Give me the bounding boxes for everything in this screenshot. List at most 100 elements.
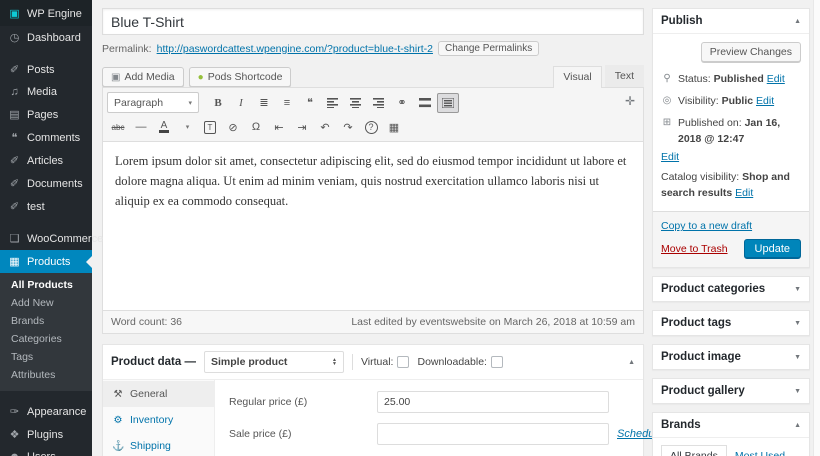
- redo-button[interactable]: ↷: [337, 117, 359, 137]
- keyboard-shortcuts-button[interactable]: ?: [360, 117, 382, 137]
- sidebar-item-pages[interactable]: ▤ Pages: [0, 103, 92, 126]
- align-left-button[interactable]: [322, 93, 344, 113]
- products-submenu: All Products Add New Brands Categories T…: [0, 273, 92, 391]
- pushpin-icon: ✐: [9, 64, 20, 76]
- sidebar-item-comments[interactable]: ❝ Comments: [0, 126, 92, 149]
- sidebar-item-woocommerce[interactable]: ❑ WooCommerce: [0, 227, 104, 250]
- tab-all-brands[interactable]: All Brands: [661, 445, 727, 456]
- bullet-list-button[interactable]: ≣: [253, 93, 275, 113]
- italic-button[interactable]: I: [230, 93, 252, 113]
- paste-as-text-button[interactable]: T: [199, 117, 221, 137]
- panel-title: Product tags: [661, 317, 732, 330]
- collapse-toggle-icon[interactable]: ▲: [794, 422, 801, 429]
- submenu-attributes[interactable]: Attributes: [0, 366, 92, 384]
- submenu-all-products[interactable]: All Products: [0, 276, 92, 294]
- read-more-button[interactable]: [414, 93, 436, 113]
- text-color-dropdown[interactable]: ▾: [176, 117, 198, 137]
- toolbar-toggle-button[interactable]: [437, 92, 459, 113]
- editor-mode-tabs: Visual Text: [550, 65, 644, 88]
- collapse-toggle-icon[interactable]: ▲: [628, 359, 635, 366]
- virtual-checkbox[interactable]: [397, 356, 410, 368]
- update-button[interactable]: Update: [743, 239, 801, 260]
- media-icon: ♫: [10, 86, 19, 98]
- expand-toggle-icon[interactable]: ▼: [794, 354, 801, 361]
- toolbar-toggle-icon: [442, 97, 454, 108]
- product-data-title: Product data —: [111, 356, 196, 368]
- fullscreen-icon[interactable]: ✛: [625, 94, 635, 108]
- undo-button[interactable]: ↶: [314, 117, 336, 137]
- sidebar-item-media[interactable]: ♫ Media: [0, 81, 92, 103]
- collapse-toggle-icon[interactable]: ▲: [794, 18, 801, 25]
- add-media-button[interactable]: ▣ Add Media: [102, 67, 184, 87]
- numbered-list-button[interactable]: ≡: [276, 93, 298, 113]
- submenu-categories[interactable]: Categories: [0, 330, 92, 348]
- tab-inventory[interactable]: ⚙ Inventory: [103, 407, 214, 433]
- last-edited: Last edited by eventswebsite on March 26…: [351, 316, 635, 328]
- product-type-select[interactable]: Simple product ▲ ▼: [203, 351, 344, 373]
- eye-icon: ◎: [662, 95, 672, 107]
- change-permalinks-button[interactable]: Change Permalinks: [437, 41, 540, 56]
- sidebar-item-products[interactable]: ▦ Products: [0, 250, 92, 273]
- text-color-button[interactable]: A: [153, 117, 175, 137]
- insert-link-button[interactable]: ⚭: [391, 93, 413, 113]
- sidebar-item-users[interactable]: ☻ Users: [0, 446, 92, 456]
- submenu-add-new[interactable]: Add New: [0, 294, 92, 312]
- clear-formatting-button[interactable]: ⊘: [222, 117, 244, 137]
- color-bar: [159, 130, 169, 133]
- expand-toggle-icon[interactable]: ▼: [794, 286, 801, 293]
- visibility-row: ◎ Visibility: Public Edit: [662, 95, 775, 108]
- sale-price-input[interactable]: [377, 423, 609, 445]
- submenu-tags[interactable]: Tags: [0, 348, 92, 366]
- pods-shortcode-icon: ●: [197, 71, 204, 83]
- tab-shipping[interactable]: ⚓ Shipping: [103, 433, 214, 456]
- bold-button[interactable]: B: [207, 93, 229, 113]
- sidebar-item-posts[interactable]: ✐ Posts: [0, 58, 92, 81]
- pushpin-icon: ✐: [9, 155, 20, 167]
- sidebar-item-dashboard[interactable]: ◷ Dashboard: [0, 26, 92, 49]
- align-left-icon: [327, 97, 338, 108]
- blockquote-button[interactable]: ❝: [299, 93, 321, 113]
- sale-price-row: Sale price (£) Schedule: [215, 418, 677, 450]
- pages-icon: ▤: [9, 109, 20, 121]
- edit-catalog-link[interactable]: Edit: [735, 187, 753, 199]
- tab-general[interactable]: ⚒ General: [103, 381, 214, 407]
- expand-toggle-icon[interactable]: ▼: [794, 388, 801, 395]
- pods-shortcode-button[interactable]: ● Pods Shortcode: [188, 67, 292, 87]
- catalog-visibility-row: Catalog visibility: Shop and search resu…: [661, 170, 790, 199]
- table-button[interactable]: ▦: [383, 117, 405, 137]
- preview-changes-button[interactable]: Preview Changes: [700, 42, 801, 62]
- expand-toggle-icon[interactable]: ▼: [794, 320, 801, 327]
- sidebar-item-articles[interactable]: ✐ Articles: [0, 149, 92, 172]
- edit-published-link[interactable]: Edit: [661, 151, 679, 163]
- downloadable-checkbox[interactable]: [490, 356, 503, 368]
- paragraph-format-select[interactable]: Paragraph ▾: [107, 92, 199, 113]
- tab-text[interactable]: Text: [604, 65, 644, 87]
- align-center-button[interactable]: [345, 93, 367, 113]
- sidebar-item-documents[interactable]: ✐ Documents: [0, 172, 92, 195]
- sidebar-item-test[interactable]: ✐ test: [0, 195, 92, 218]
- post-title-input[interactable]: [102, 8, 644, 35]
- copy-to-new-draft-link[interactable]: Copy to a new draft: [661, 220, 752, 232]
- horizontal-rule-button[interactable]: —: [130, 117, 152, 137]
- pin-icon: ⚲: [663, 73, 671, 84]
- permalink-url-link[interactable]: http://paswordcattest.wpengine.com/?prod…: [157, 43, 433, 55]
- outdent-button[interactable]: ⇤: [268, 117, 290, 137]
- regular-price-input[interactable]: [377, 391, 609, 413]
- move-to-trash-link[interactable]: Move to Trash: [661, 243, 728, 255]
- editor-content-area[interactable]: Lorem ipsum dolor sit amet, consectetur …: [103, 142, 643, 310]
- submenu-brands[interactable]: Brands: [0, 312, 92, 330]
- align-right-icon: [373, 97, 384, 108]
- sidebar-item-wp-engine[interactable]: ▣ WP Engine: [0, 0, 92, 26]
- align-right-button[interactable]: [368, 93, 390, 113]
- edit-status-link[interactable]: Edit: [767, 73, 785, 85]
- side-panels-column: Publish ▲ Preview Changes ⚲ Status: Publ…: [652, 8, 810, 456]
- strikethrough-button[interactable]: abc: [107, 117, 129, 137]
- sidebar-item-plugins[interactable]: ❖ Plugins: [0, 423, 92, 446]
- scrollbar[interactable]: [813, 0, 820, 456]
- special-character-button[interactable]: Ω: [245, 117, 267, 137]
- tab-most-used[interactable]: Most Used: [727, 446, 793, 456]
- edit-visibility-link[interactable]: Edit: [756, 95, 774, 107]
- sidebar-item-appearance[interactable]: ✑ Appearance: [0, 400, 92, 423]
- indent-button[interactable]: ⇥: [291, 117, 313, 137]
- tab-visual[interactable]: Visual: [553, 66, 602, 88]
